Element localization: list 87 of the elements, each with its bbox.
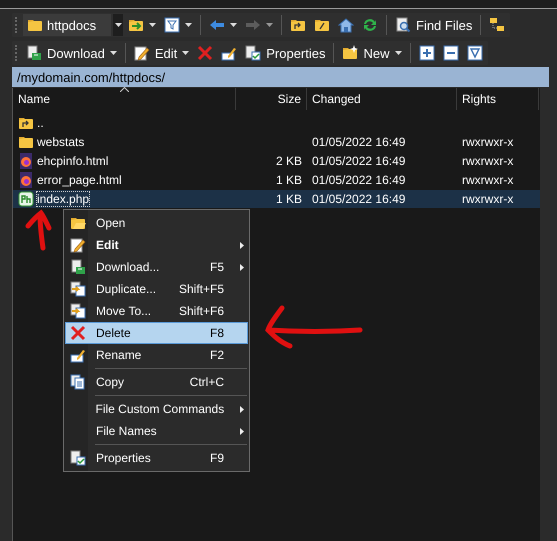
file-size: 1 KB <box>276 192 302 206</box>
duplicate-icon <box>70 303 86 319</box>
file-name: index.php <box>37 192 90 206</box>
menu-item[interactable]: Copy Ctrl+C <box>65 371 248 393</box>
menu-item[interactable]: Edit <box>65 234 248 256</box>
parent-folder-icon <box>290 17 306 33</box>
arrow-drawing <box>26 210 52 250</box>
menu-item[interactable]: Duplicate... Shift+F5 <box>65 278 248 300</box>
back-arrow-icon <box>209 17 225 33</box>
edit-button[interactable]: Edit <box>130 42 192 64</box>
duplicate-icon <box>70 281 86 297</box>
file-row[interactable]: error_page.html 1 KB 01/05/2022 16:49 rwxrwxr-x <box>13 171 540 189</box>
tree-icon <box>489 17 506 33</box>
file-row[interactable]: index.php 1 KB 01/05/2022 16:49 rwxrwxr-x <box>13 190 540 208</box>
menu-item[interactable]: Rename F2 <box>65 344 248 366</box>
menu-item[interactable]: Download... F5 <box>65 256 248 278</box>
file-size: 2 KB <box>276 154 302 168</box>
browser-logo-icon <box>18 153 34 169</box>
file-date: 01/05/2022 16:49 <box>312 154 406 168</box>
download-icon <box>70 259 86 275</box>
new-folder-icon <box>342 45 358 61</box>
column-header[interactable]: Size <box>236 88 307 110</box>
plus-icon <box>418 45 434 61</box>
rename-icon <box>70 347 86 363</box>
open-folder-icon <box>128 17 144 33</box>
file-row[interactable]: .. <box>13 114 540 132</box>
file-name: webstats <box>37 135 84 149</box>
open-folder-icon <box>70 215 86 231</box>
location-field[interactable]: httpdocs <box>23 14 111 36</box>
pencil-icon <box>134 45 150 61</box>
dropdown-button[interactable] <box>113 14 123 36</box>
menu-item[interactable]: File Names <box>65 420 248 442</box>
filter-icon <box>466 45 482 61</box>
caret-icon <box>149 23 156 27</box>
caret-icon <box>394 51 402 55</box>
menu-item[interactable]: File Custom Commands <box>65 398 248 420</box>
refresh-icon <box>362 17 378 33</box>
file-size: 1 KB <box>276 173 302 187</box>
file-row[interactable]: ehcpinfo.html 2 KB 01/05/2022 16:49 rwxrwxr-x <box>13 152 540 170</box>
delete-icon <box>70 325 86 341</box>
caret-icon <box>110 51 117 55</box>
parent-folder-icon <box>18 115 34 131</box>
rename-icon <box>221 45 238 61</box>
caret-icon <box>230 23 237 27</box>
file-row[interactable]: webstats 01/05/2022 16:49 rwxrwxr-x <box>13 133 540 151</box>
delete-icon <box>197 45 214 61</box>
minus-icon <box>442 45 458 61</box>
forward-arrow-icon <box>245 17 261 33</box>
search-icon <box>395 17 411 33</box>
properties-icon <box>245 45 262 61</box>
menu-item[interactable]: Open <box>65 212 248 234</box>
menu-item[interactable]: Move To... Shift+F6 <box>65 300 248 322</box>
properties-button[interactable]: Properties <box>242 42 328 64</box>
folder-icon <box>27 17 43 33</box>
properties-icon <box>70 450 86 466</box>
caret-icon <box>114 23 122 27</box>
pencil-icon <box>70 237 86 253</box>
file-name: .. <box>37 116 44 130</box>
file-rights: rwxrwxr-x <box>462 192 514 206</box>
php-file-icon <box>18 191 34 207</box>
caret-icon <box>182 51 190 55</box>
new-button[interactable]: New <box>339 42 404 64</box>
find-files-button[interactable]: Find Files <box>392 14 476 36</box>
file-name: error_page.html <box>37 173 122 187</box>
menu-item[interactable]: Properties F9 <box>65 447 248 469</box>
home-icon <box>338 17 354 33</box>
menu-item[interactable]: Delete F8 <box>65 322 248 344</box>
file-date: 01/05/2022 16:49 <box>312 173 406 187</box>
filter-icon <box>164 17 180 33</box>
column-header[interactable]: Changed <box>307 88 457 110</box>
file-date: 01/05/2022 16:49 <box>312 192 406 206</box>
caret-icon <box>185 23 192 27</box>
browser-logo-icon <box>18 172 34 188</box>
file-rights: rwxrwxr-x <box>462 154 514 168</box>
root-folder-icon <box>314 17 330 33</box>
folder-icon <box>18 134 34 150</box>
file-name: ehcpinfo.html <box>37 154 108 168</box>
download-icon <box>26 45 42 61</box>
column-header[interactable]: Name <box>13 88 236 110</box>
copy-icon <box>70 374 86 390</box>
caret-icon <box>266 23 273 27</box>
file-rights: rwxrwxr-x <box>462 173 514 187</box>
column-header[interactable]: Rights <box>457 88 539 110</box>
path-text: /mydomain.com/httpdocs/ <box>17 70 166 84</box>
download-button[interactable]: Download <box>23 42 120 64</box>
file-date: 01/05/2022 16:49 <box>312 135 406 149</box>
file-rights: rwxrwxr-x <box>462 135 514 149</box>
